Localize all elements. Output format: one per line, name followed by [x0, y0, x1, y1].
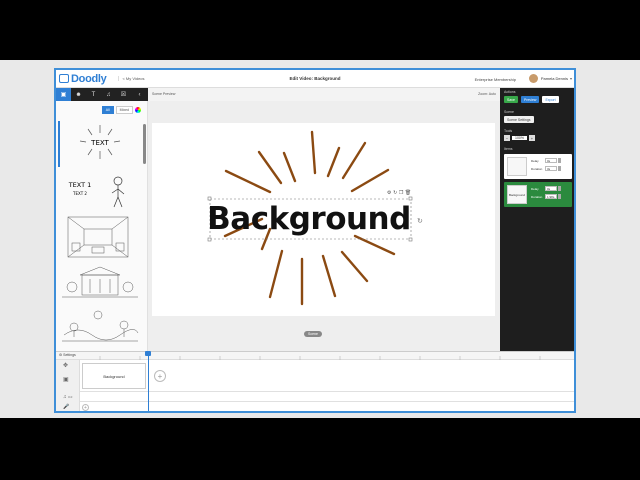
duration-label: Duration — [531, 194, 543, 199]
duration-label: Duration — [531, 166, 543, 171]
color-filter-icon[interactable] — [135, 107, 141, 113]
image-icon[interactable]: ▣ — [56, 88, 71, 101]
scene-preview-label: Scene Preview — [152, 92, 176, 96]
stage-drawing: ⚙ ↻ ❐ 🗑 ↻ Background — [207, 130, 423, 306]
timeline-settings[interactable]: ⚙ Settings — [59, 353, 76, 357]
outdoor-scene-thumb — [62, 310, 139, 342]
user-menu[interactable]: Pamela Dennis ▾ — [528, 74, 572, 83]
save-button[interactable]: Save — [504, 96, 518, 103]
zoom-out-button[interactable]: − — [504, 135, 510, 141]
scene-library: All Mixed TEXT TEXT 1 TEXT 2 — [56, 101, 148, 351]
chevron-down-icon: ▾ — [569, 76, 572, 81]
audio-value: 0.0 — [68, 395, 73, 399]
zoom-label[interactable]: Zoom: Auto — [478, 92, 496, 96]
delay-label: Delay — [531, 158, 539, 163]
delay-input[interactable]: 0s — [545, 186, 557, 191]
item-thumb-label: Background — [508, 192, 525, 197]
stage[interactable]: ⚙ ↻ ❐ 🗑 ↻ Background — [152, 123, 495, 316]
top-bar: Doodly < My Videos Edit Video: Backgroun… — [56, 70, 574, 88]
settings-label: Settings — [63, 353, 76, 357]
asset-filters: All Mixed — [101, 106, 141, 114]
canvas-header: Scene Preview Zoom: Auto — [148, 88, 500, 101]
timeline-ruler[interactable] — [80, 352, 574, 360]
item-card[interactable]: Delay 0s Duration 3s — [504, 154, 572, 179]
timeline-header: ⚙ Settings — [56, 352, 574, 360]
tools-heading: Tools — [504, 129, 513, 133]
duration-input[interactable]: 1.98s — [545, 194, 557, 199]
voice-track: + — [80, 402, 574, 411]
scene-thumbnail[interactable] — [58, 213, 144, 261]
preview-button[interactable]: Preview — [520, 96, 540, 103]
audio-track — [80, 392, 574, 402]
scene-thumbnail[interactable]: TEXT 1 TEXT 2 — [58, 169, 144, 211]
scene-thumbnail[interactable]: TEXT — [58, 121, 144, 167]
scene-settings-button[interactable]: Scene Settings — [504, 116, 534, 123]
people-icon[interactable]: ☻ — [71, 88, 86, 101]
item-fields: Delay 0s Duration 1.98s — [531, 186, 561, 202]
music-icon[interactable]: ♫ — [101, 88, 116, 101]
stage-text[interactable]: Background — [207, 201, 411, 237]
duration-spinner[interactable] — [558, 194, 561, 199]
collapse-icon[interactable]: ‹ — [131, 88, 148, 101]
microphone-icon: 🎤 — [63, 404, 70, 410]
canvas-area: ⚙ ↻ ❐ 🗑 ↻ Background Scene — [148, 101, 500, 351]
zoom-stepper: − 100% + — [504, 135, 570, 141]
asset-toolbar: ▣ ☻ T ♫ ☒ ‹ — [56, 88, 148, 101]
rotate-icon[interactable]: ↻ — [417, 217, 423, 225]
duration-spinner[interactable] — [558, 166, 561, 171]
add-voice-button[interactable]: + — [82, 404, 89, 411]
item-thumbnail: Background — [507, 185, 527, 204]
image-track-icon: ▣ — [63, 377, 69, 383]
item-fields: Delay 0s Duration 3s — [531, 158, 561, 174]
scene-thumbnail[interactable] — [58, 305, 144, 345]
room-scene-thumb — [67, 216, 129, 258]
cart-icon[interactable]: ☒ — [116, 88, 131, 101]
avatar — [528, 74, 538, 83]
text-icon[interactable]: T — [86, 88, 101, 101]
items-heading: Items — [504, 147, 513, 151]
building-scene-thumb — [62, 266, 138, 298]
clip-label: Background — [103, 373, 125, 379]
properties-panel: Actions Save Preview Export Scene Scene … — [500, 88, 574, 351]
character-text-thumb: TEXT 1 TEXT 2 — [68, 176, 125, 208]
add-scene-button[interactable]: + — [154, 370, 166, 382]
duration-input[interactable]: 3s — [545, 166, 557, 171]
delay-spinner[interactable] — [558, 186, 561, 191]
sunburst-text-thumb: TEXT — [79, 125, 121, 159]
filter-mixed[interactable]: Mixed — [115, 106, 133, 114]
scene-indicator: Scene — [304, 331, 322, 337]
action-buttons: Save Preview Export — [504, 96, 570, 103]
playhead-line — [148, 351, 149, 411]
scene-thumbnail[interactable] — [58, 263, 144, 303]
user-name: Pamela Dennis — [540, 76, 568, 81]
move-icon[interactable]: ✥ — [63, 362, 68, 369]
filter-all[interactable]: All — [101, 106, 114, 114]
item-thumbnail — [507, 157, 527, 176]
item-card-selected[interactable]: Background Delay 0s Duration 1.98s — [504, 182, 572, 207]
zoom-value: 100% — [512, 136, 527, 140]
export-button[interactable]: Export — [542, 96, 559, 103]
scene-text-2: TEXT 2 — [72, 191, 87, 196]
timeline-clip[interactable]: Background — [82, 363, 146, 389]
scene-text-label: TEXT — [90, 139, 109, 147]
actions-heading: Actions — [504, 90, 516, 94]
track-icons: ✥ ▣ ♫ 0.0 🎤 — [56, 360, 80, 411]
scene-text-1: TEXT 1 — [68, 181, 92, 189]
delay-input[interactable]: 0s — [545, 158, 557, 163]
playhead-handle[interactable] — [145, 351, 151, 356]
delay-label: Delay — [531, 186, 539, 191]
membership-label: Enterprise Membership — [474, 77, 516, 82]
item-toolbar-icons[interactable]: ⚙ ↻ ❐ 🗑 — [387, 189, 411, 196]
delay-spinner[interactable] — [558, 158, 561, 163]
zoom-in-button[interactable]: + — [528, 135, 535, 141]
scene-heading: Scene — [504, 110, 514, 114]
doodly-app-window: Doodly < My Videos Edit Video: Backgroun… — [54, 68, 576, 413]
timeline: ⚙ Settings ✥ ▣ ♫ 0.0 🎤 Background + + — [56, 351, 574, 411]
music-track-icon: ♫ 0.0 — [63, 394, 73, 400]
scene-track: Background + — [80, 360, 574, 392]
timeline-rows: Background + + — [80, 360, 574, 411]
scene-list: TEXT TEXT 1 TEXT 2 — [58, 121, 144, 347]
